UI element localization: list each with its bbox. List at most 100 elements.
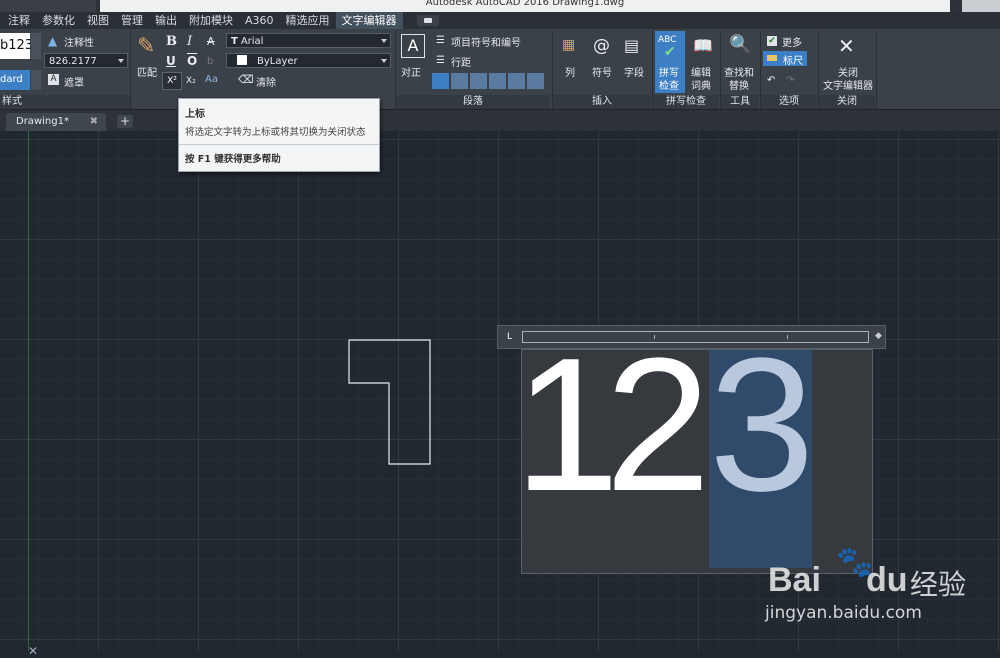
watermark-brand-2: du <box>866 561 908 599</box>
ribbon-display-toggle-icon[interactable] <box>416 15 439 26</box>
close-tab-icon[interactable]: ✖ <box>90 113 98 131</box>
redo-icon: ↷ <box>786 75 795 86</box>
strikethrough-icon[interactable]: A <box>207 36 215 48</box>
tab-text-editor[interactable]: 文字编辑器 <box>335 12 403 29</box>
annotative-label[interactable]: 注释性 <box>64 34 94 49</box>
font-value: Arial <box>240 36 264 47</box>
color-select[interactable]: ByLayer <box>226 53 391 68</box>
y-axis-line <box>28 131 29 651</box>
close-panel-title: 关闭 <box>819 95 875 109</box>
drawing-tab[interactable]: Drawing1* ✖ <box>6 113 106 131</box>
ribbon-tabs: 注释 参数化 视图 管理 输出 附加模块 A360 精选应用 文字编辑器 <box>0 12 1000 29</box>
quick-access-toolbar[interactable] <box>0 0 96 12</box>
ruler-icon <box>767 55 777 61</box>
spell-check-button[interactable]: ABC ✔ 拼写 检查 <box>655 31 685 93</box>
find-replace-icon[interactable]: 🔍 <box>729 35 751 55</box>
field-icon[interactable]: ▤ <box>624 37 639 55</box>
superscript-tooltip: 上标 将选定文字转为上标或将其切换为关闭状态 按 F1 键获得更多帮助 <box>178 98 380 172</box>
find-replace-label-2[interactable]: 替换 <box>729 77 749 92</box>
style-panel-title: 样式 <box>0 95 130 109</box>
style-expand-icon[interactable] <box>31 70 41 90</box>
ruler-resize-icon[interactable]: ◆ <box>875 331 882 341</box>
subscript-icon[interactable]: X₂ <box>186 75 196 87</box>
align-right-icon[interactable] <box>470 73 487 89</box>
ruler-bar[interactable] <box>522 331 869 343</box>
justify-label[interactable]: 对正 <box>401 64 421 79</box>
text-style-preview[interactable]: b123 <box>0 33 30 59</box>
chevron-down-icon[interactable] <box>118 59 124 63</box>
align-left-icon[interactable] <box>432 73 449 89</box>
close-icon[interactable]: ✕ <box>838 35 855 57</box>
tab-featured-apps[interactable]: 精选应用 <box>280 12 336 29</box>
insert-panel-title: 插入 <box>553 95 651 109</box>
tab-output[interactable]: 输出 <box>149 12 183 29</box>
oblique-icon: b <box>207 56 214 67</box>
text-editor-ruler[interactable]: L ◆ <box>497 325 886 349</box>
undo-icon[interactable]: ↶ <box>767 75 775 87</box>
ruler-tick <box>787 335 788 339</box>
font-select[interactable]: T Arial <box>226 33 391 48</box>
tab-view[interactable]: 视图 <box>81 12 115 29</box>
text-editor-box[interactable]: 1 2 3 <box>521 349 873 574</box>
match-label[interactable]: 匹配 <box>137 64 157 79</box>
color-swatch <box>237 55 247 65</box>
columns-icon[interactable]: ▦ <box>562 38 575 52</box>
tab-addins[interactable]: 附加模块 <box>183 12 239 29</box>
new-tab-icon[interactable]: + <box>117 115 133 128</box>
text-char-2[interactable]: 2 <box>605 350 711 520</box>
selected-text-char[interactable]: 3 <box>709 350 815 520</box>
bullets-icon: ☰ <box>436 35 445 46</box>
baidu-watermark: Bai 🐾 du 经验 jingyan.baidu.com <box>765 545 968 625</box>
paragraph-panel-title: 段落 <box>396 95 550 109</box>
match-format-icon[interactable]: ✎ <box>137 35 155 59</box>
ribbon: b123 dard ▲ 注释性 826.2177 A 遮罩 样式 ✎ 匹配 B … <box>0 29 1000 110</box>
field-label[interactable]: 字段 <box>624 64 644 79</box>
columns-label[interactable]: 列 <box>565 64 575 79</box>
tab-stop-icon[interactable]: L <box>507 332 512 342</box>
symbol-label[interactable]: 符号 <box>592 64 612 79</box>
distribute-icon[interactable] <box>508 73 525 89</box>
tooltip-description: 将选定文字转为上标或将其切换为关闭状态 <box>185 127 366 138</box>
overline-icon[interactable]: O <box>187 55 197 67</box>
polyline-shape[interactable] <box>345 336 435 466</box>
align-center-icon[interactable] <box>451 73 468 89</box>
chevron-down-icon[interactable] <box>381 39 387 43</box>
align-last-icon[interactable] <box>527 73 544 89</box>
clear-icon[interactable]: ⌫ <box>238 74 254 86</box>
change-case-icon[interactable]: Aa <box>205 74 218 86</box>
dictionary-icon[interactable]: 📖 <box>693 37 713 55</box>
options-panel-title: 选项 <box>761 95 817 109</box>
justify-icon[interactable]: A <box>401 34 425 58</box>
ucs-icon: ✕ <box>28 644 39 658</box>
text-height-input[interactable]: 826.2177 <box>44 53 128 68</box>
chevron-down-icon[interactable] <box>381 59 387 63</box>
clear-label[interactable]: 清除 <box>256 74 276 89</box>
bold-icon[interactable]: B <box>166 35 177 48</box>
style-name[interactable]: dard <box>0 70 30 90</box>
underline-icon[interactable]: U <box>166 55 176 67</box>
justify-all-icon[interactable] <box>489 73 506 89</box>
checkmark-icon: ✔ <box>664 44 676 60</box>
watermark-url: jingyan.baidu.com <box>765 603 922 623</box>
bullets-label[interactable]: 项目符号和编号 <box>451 34 521 49</box>
line-spacing-label[interactable]: 行距 <box>451 54 471 69</box>
tab-manage[interactable]: 管理 <box>115 12 149 29</box>
panel-divider <box>876 31 877 109</box>
at-symbol-icon[interactable]: @ <box>593 37 610 55</box>
tab-a360[interactable]: A360 <box>239 12 280 29</box>
mask-label[interactable]: 遮罩 <box>64 74 84 89</box>
style-scroll-icon[interactable] <box>31 33 41 59</box>
ruler-toggle[interactable]: 标尺 <box>763 51 807 67</box>
more-label[interactable]: 更多 <box>782 34 802 49</box>
superscript-button[interactable]: X² <box>162 72 182 90</box>
tab-parametric[interactable]: 参数化 <box>36 12 81 29</box>
edit-dictionary-label-2[interactable]: 词典 <box>691 77 711 92</box>
italic-icon[interactable]: I <box>187 35 192 48</box>
text-height-value: 826.2177 <box>49 56 97 67</box>
tooltip-title: 上标 <box>185 109 205 120</box>
search-box[interactable] <box>962 0 1000 12</box>
tab-annotate[interactable]: 注释 <box>0 12 36 29</box>
checkbox-icon[interactable]: ✔ <box>767 36 777 46</box>
close-editor-label-2[interactable]: 文字编辑器 <box>823 77 873 92</box>
watermark-cn: 经验 <box>910 568 967 601</box>
